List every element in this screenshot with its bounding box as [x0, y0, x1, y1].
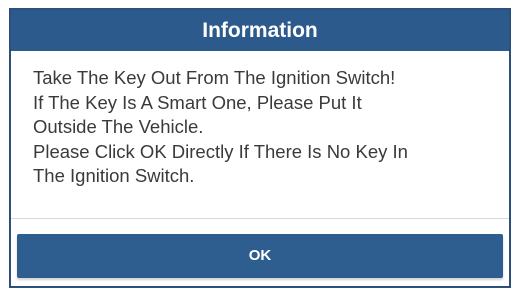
message-line: The Ignition Switch. — [33, 165, 195, 186]
message-line: If The Key Is A Smart One, Please Put It — [33, 91, 362, 113]
dialog-title: Information — [11, 10, 509, 51]
message-line: Please Click OK Directly If There Is No … — [33, 140, 408, 162]
ok-button[interactable]: OK — [17, 234, 503, 278]
message-line: Outside The Vehicle. — [33, 116, 204, 137]
dialog-divider — [11, 218, 509, 219]
information-dialog: Information Take The Key Out From The Ig… — [9, 8, 511, 288]
dialog-message: Take The Key Out From The Ignition Switc… — [33, 66, 503, 189]
message-line: Take The Key Out From The Ignition Switc… — [33, 67, 396, 88]
